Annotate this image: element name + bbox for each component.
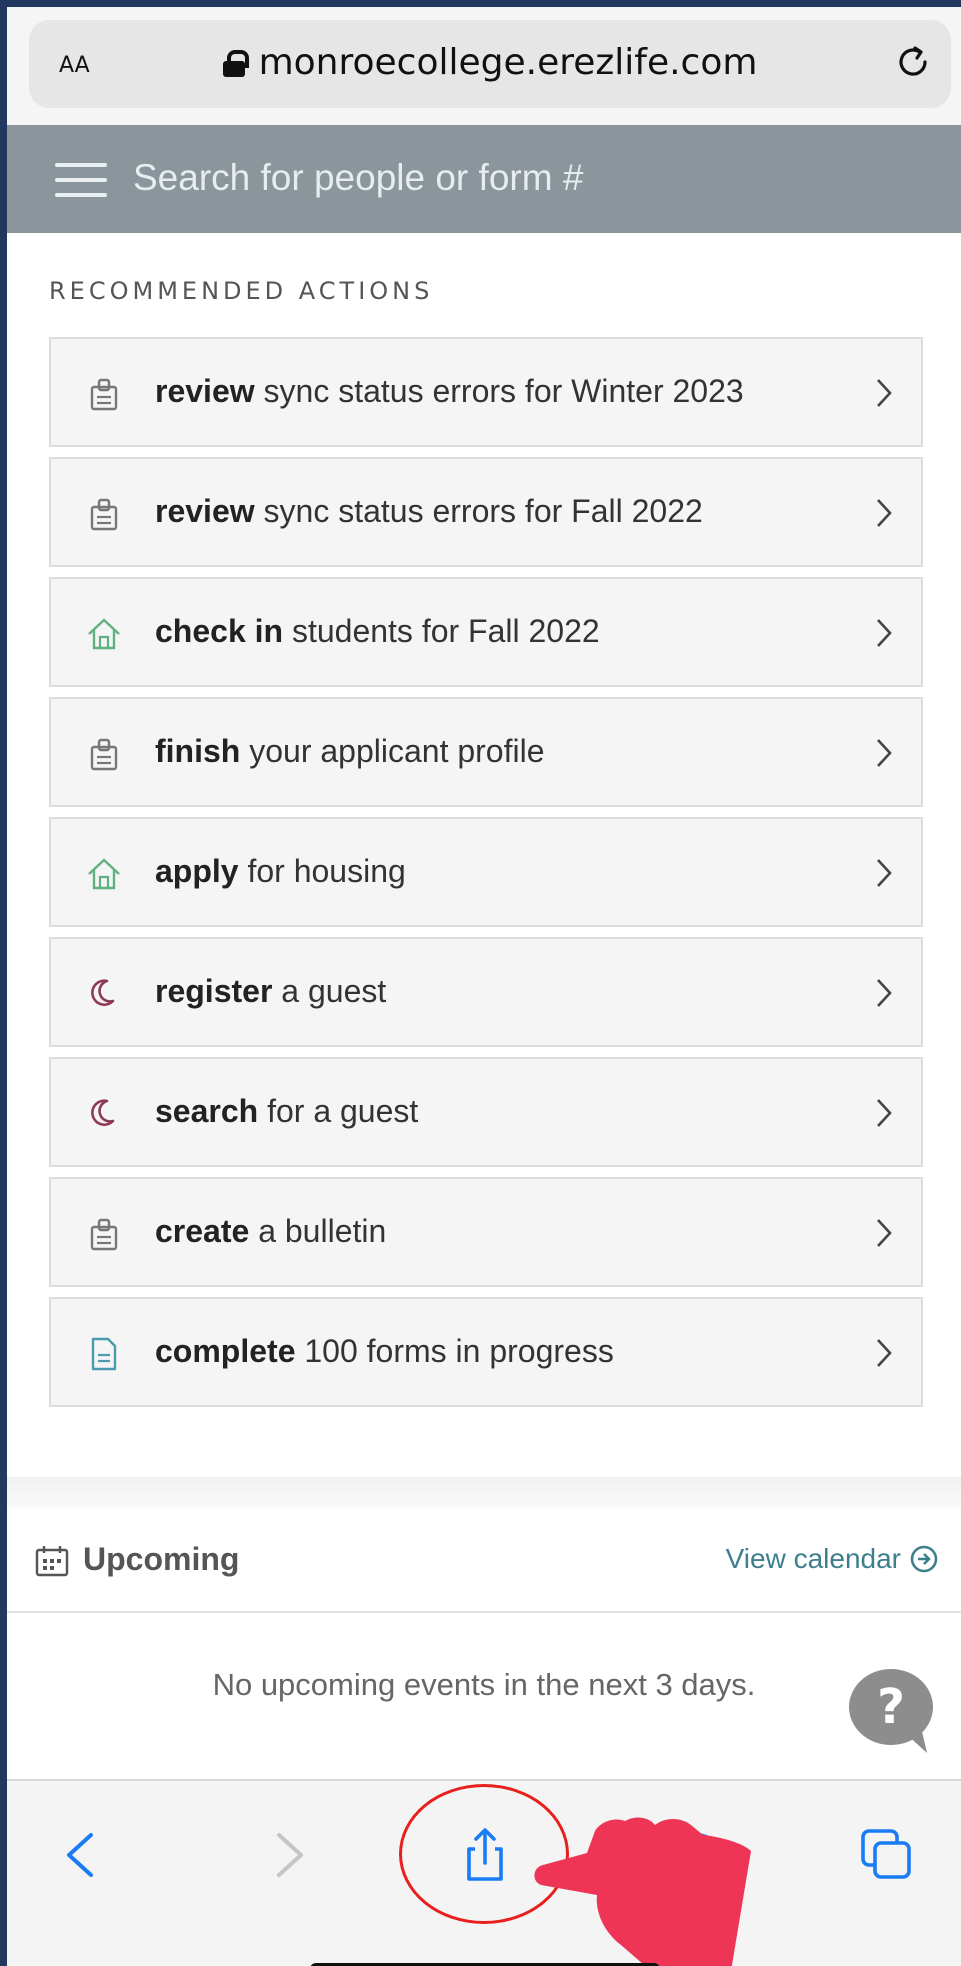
house-icon [88, 858, 120, 890]
forward-icon[interactable] [257, 1825, 317, 1885]
calendar-icon [35, 1546, 69, 1577]
address-bar[interactable]: AA monroecollege.erezlife.com [29, 20, 951, 108]
upcoming-header: Upcoming View calendar [7, 1509, 961, 1613]
action-create-bulletin[interactable]: create a bulletin [49, 1177, 923, 1287]
help-bubble-icon[interactable]: ? [847, 1667, 937, 1759]
recommended-actions-list: review sync status errors for Winter 202… [49, 337, 923, 1417]
chevron-right-icon [877, 379, 892, 407]
moon-icon [91, 979, 115, 1006]
recommended-actions-title: RECOMMENDED ACTIONS [49, 277, 434, 305]
hamburger-menu-icon[interactable] [55, 163, 107, 197]
action-register-guest[interactable]: register a guest [49, 937, 923, 1047]
action-label: check in students for Fall 2022 [155, 613, 600, 649]
chevron-right-icon [877, 619, 892, 647]
action-check-in-students[interactable]: check in students for Fall 2022 [49, 577, 923, 687]
chevron-right-icon [877, 739, 892, 767]
action-search-guest[interactable]: search for a guest [49, 1057, 923, 1167]
clipboard-icon [90, 378, 118, 411]
moon-icon [91, 1099, 115, 1126]
tabs-icon[interactable] [857, 1825, 917, 1885]
action-complete-forms[interactable]: complete 100 forms in progress [49, 1297, 923, 1407]
chevron-right-icon [877, 1099, 892, 1127]
clipboard-icon [90, 498, 118, 531]
action-review-fall-2022[interactable]: review sync status errors for Fall 2022 [49, 457, 923, 567]
no-events-message: No upcoming events in the next 3 days. [212, 1667, 756, 1702]
chevron-right-icon [877, 1339, 892, 1367]
help-label: ? [877, 1679, 905, 1735]
chevron-right-icon [877, 859, 892, 887]
search-input[interactable]: Search for people or form # [133, 157, 583, 199]
clipboard-icon [90, 1218, 118, 1251]
document-icon [91, 1337, 117, 1371]
url-display[interactable]: monroecollege.erezlife.com [29, 42, 951, 83]
action-label: review sync status errors for Fall 2022 [155, 493, 703, 529]
action-label: search for a guest [155, 1093, 419, 1129]
pointing-hand-icon [534, 1817, 751, 1966]
lock-icon [222, 50, 249, 77]
action-label: finish your applicant profile [155, 733, 545, 769]
action-apply-housing[interactable]: apply for housing [49, 817, 923, 927]
phone-screen: AA monroecollege.erezlife.com Search for… [7, 7, 961, 1966]
action-review-winter-2023[interactable]: review sync status errors for Winter 202… [49, 337, 923, 447]
app-search-header: Search for people or form # [7, 125, 961, 233]
browser-address-area: AA monroecollege.erezlife.com [7, 7, 961, 125]
action-label: complete 100 forms in progress [155, 1333, 614, 1369]
action-label: apply for housing [155, 853, 406, 889]
arrow-circle-icon [910, 1545, 938, 1573]
chevron-right-icon [877, 979, 892, 1007]
reload-icon[interactable] [893, 42, 933, 82]
upcoming-title: Upcoming [83, 1541, 240, 1577]
section-divider [7, 1477, 961, 1509]
action-label: review sync status errors for Winter 202… [155, 373, 744, 409]
action-finish-profile[interactable]: finish your applicant profile [49, 697, 923, 807]
back-icon[interactable] [53, 1825, 113, 1885]
house-icon [88, 618, 120, 650]
chevron-right-icon [877, 499, 892, 527]
chevron-right-icon [877, 1219, 892, 1247]
action-label: create a bulletin [155, 1213, 387, 1249]
action-label: register a guest [155, 973, 387, 1009]
view-calendar-link[interactable]: View calendar [726, 1543, 939, 1575]
url-text: monroecollege.erezlife.com [258, 42, 758, 83]
clipboard-icon [90, 738, 118, 771]
